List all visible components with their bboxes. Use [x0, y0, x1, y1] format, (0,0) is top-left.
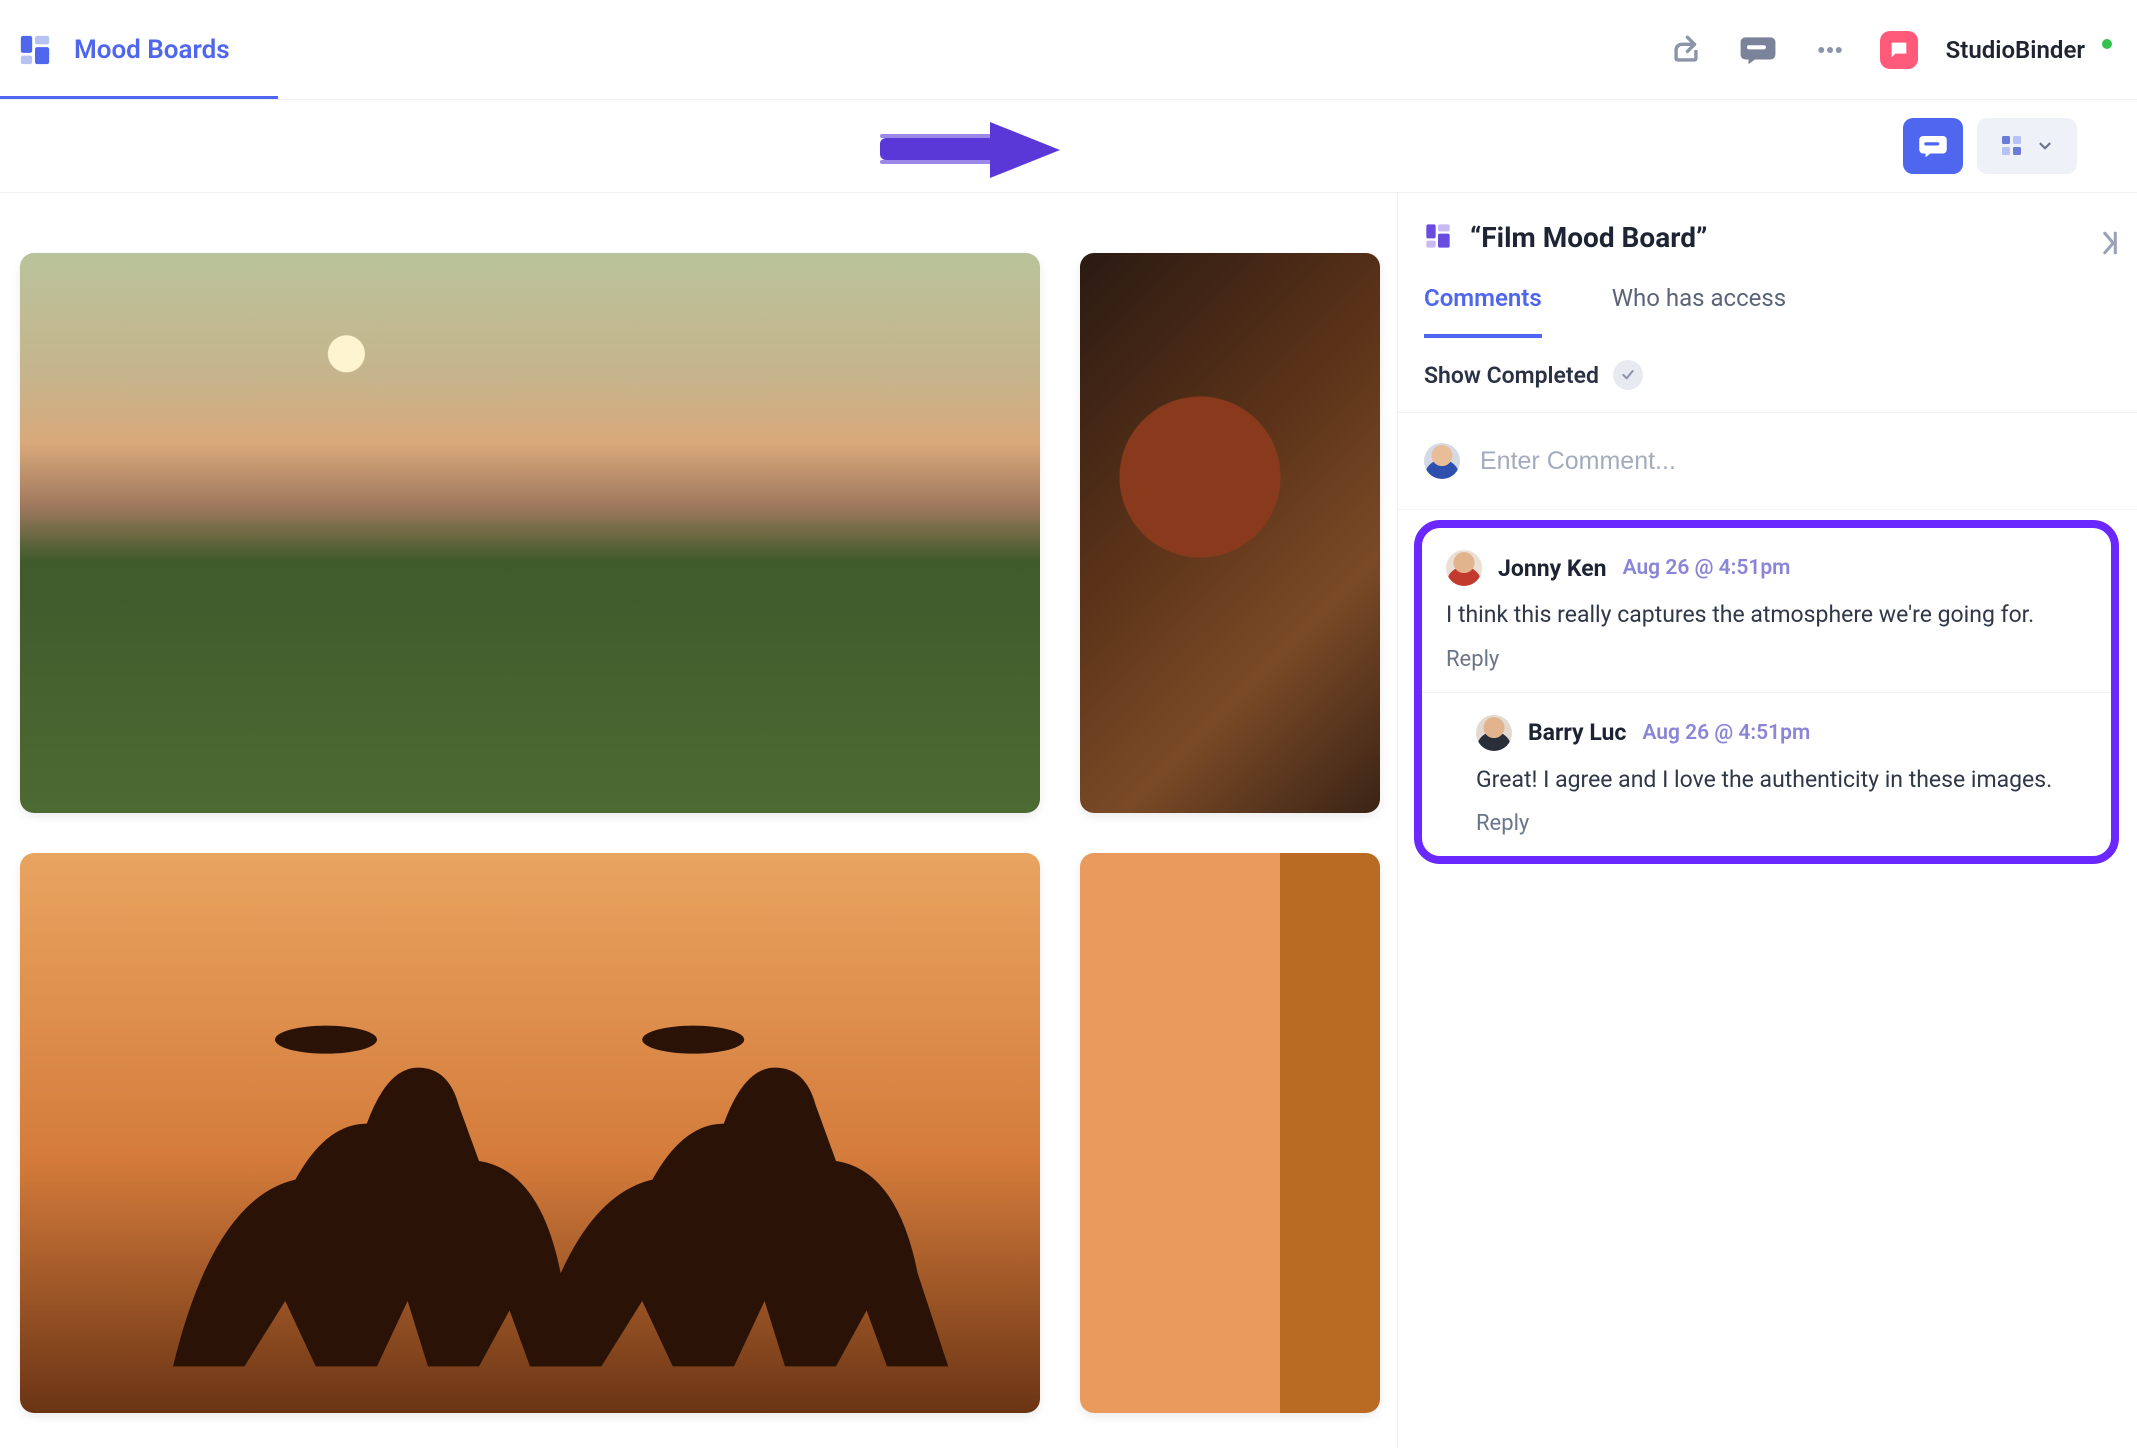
- tab-comments[interactable]: Comments: [1424, 274, 1542, 338]
- main-area: “Film Mood Board” Comments Who has acces…: [0, 193, 2137, 1448]
- comment-time: Aug 26 @ 4:51pm: [1623, 556, 1791, 580]
- check-icon: [1613, 360, 1643, 390]
- reply-button[interactable]: Reply: [1446, 647, 2087, 672]
- presence-indicator: [2099, 36, 2115, 52]
- board-icon: [1424, 222, 1452, 254]
- comment-input-row: [1398, 413, 2137, 510]
- page-title: Mood Boards: [74, 35, 230, 65]
- comment-item: Barry Luc Aug 26 @ 4:51pm Great! I agree…: [1422, 693, 2111, 857]
- chevron-down-icon: [2036, 137, 2054, 155]
- more-icon[interactable]: [1808, 28, 1852, 72]
- top-bar: Mood Boards StudioBin: [0, 0, 2137, 100]
- tab-access[interactable]: Who has access: [1612, 274, 1786, 338]
- sidebar-title: “Film Mood Board”: [1470, 221, 1707, 254]
- reply-button[interactable]: Reply: [1476, 811, 2087, 836]
- support-chat-icon[interactable]: [1880, 31, 1918, 69]
- view-toolbar: [0, 100, 2137, 193]
- comments-highlight: Jonny Ken Aug 26 @ 4:51pm I think this r…: [1414, 520, 2119, 864]
- collapse-sidebar-button[interactable]: [2099, 229, 2119, 261]
- board-canvas: [0, 193, 1397, 1448]
- brand-name: StudioBinder: [1946, 36, 2085, 64]
- commenter-avatar: [1446, 550, 1482, 586]
- comments-sidebar: “Film Mood Board” Comments Who has acces…: [1397, 193, 2137, 1448]
- mood-image-swatch[interactable]: [1080, 853, 1380, 1413]
- show-completed-label: Show Completed: [1424, 362, 1599, 389]
- comment-input[interactable]: [1480, 447, 2111, 476]
- comment-author: Jonny Ken: [1498, 555, 1607, 582]
- mood-image-saddle[interactable]: [1080, 253, 1380, 813]
- layout-select[interactable]: [1977, 118, 2077, 174]
- sidebar-tabs: Comments Who has access: [1424, 274, 2111, 338]
- swatch-color-2: [1280, 853, 1380, 1413]
- top-actions: StudioBinder: [1664, 28, 2113, 72]
- page-tab[interactable]: Mood Boards: [18, 33, 230, 67]
- board-icon: [18, 33, 52, 67]
- comment-time: Aug 26 @ 4:51pm: [1642, 721, 1810, 745]
- comment-item: Jonny Ken Aug 26 @ 4:51pm I think this r…: [1422, 528, 2111, 693]
- mood-image-desert[interactable]: [20, 253, 1040, 813]
- swatch-color-1: [1080, 853, 1280, 1413]
- current-user-avatar: [1424, 443, 1460, 479]
- comment-panel-icon[interactable]: [1736, 28, 1780, 72]
- mood-image-cowboys[interactable]: [20, 853, 1040, 1413]
- commenter-avatar: [1476, 715, 1512, 751]
- toggle-comments-button[interactable]: [1903, 118, 1963, 174]
- comment-body: I think this really captures the atmosph…: [1446, 598, 2087, 633]
- share-icon[interactable]: [1664, 28, 1708, 72]
- comment-author: Barry Luc: [1528, 719, 1626, 746]
- show-completed-toggle[interactable]: Show Completed: [1398, 338, 2137, 413]
- comment-body: Great! I agree and I love the authentici…: [1476, 763, 2087, 798]
- annotation-arrow-icon: [870, 110, 1090, 194]
